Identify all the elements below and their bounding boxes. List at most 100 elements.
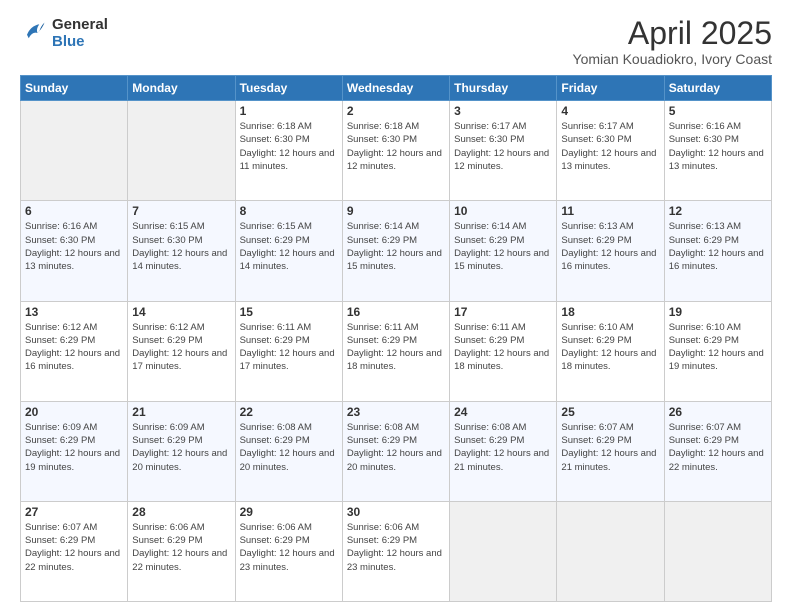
day-number: 23 — [347, 405, 445, 419]
col-thursday: Thursday — [450, 76, 557, 101]
page: General Blue April 2025 Yomian Kouadiokr… — [0, 0, 792, 612]
calendar-subtitle: Yomian Kouadiokro, Ivory Coast — [573, 51, 772, 67]
day-number: 21 — [132, 405, 230, 419]
day-number: 26 — [669, 405, 767, 419]
day-number: 25 — [561, 405, 659, 419]
day-number: 15 — [240, 305, 338, 319]
logo-text: General Blue — [52, 16, 108, 50]
table-row: 26 Sunrise: 6:07 AM Sunset: 6:29 PM Dayli… — [664, 401, 771, 501]
day-info: Sunrise: 6:17 AM Sunset: 6:30 PM Dayligh… — [454, 120, 552, 173]
day-number: 29 — [240, 505, 338, 519]
day-number: 7 — [132, 204, 230, 218]
table-row: 15 Sunrise: 6:11 AM Sunset: 6:29 PM Dayli… — [235, 301, 342, 401]
day-info: Sunrise: 6:13 AM Sunset: 6:29 PM Dayligh… — [561, 220, 659, 273]
col-friday: Friday — [557, 76, 664, 101]
day-number: 30 — [347, 505, 445, 519]
table-row: 17 Sunrise: 6:11 AM Sunset: 6:29 PM Dayli… — [450, 301, 557, 401]
day-number: 14 — [132, 305, 230, 319]
table-row: 10 Sunrise: 6:14 AM Sunset: 6:29 PM Dayli… — [450, 201, 557, 301]
day-info: Sunrise: 6:06 AM Sunset: 6:29 PM Dayligh… — [347, 521, 445, 574]
calendar-week-row: 6 Sunrise: 6:16 AM Sunset: 6:30 PM Daylig… — [21, 201, 772, 301]
table-row: 25 Sunrise: 6:07 AM Sunset: 6:29 PM Dayli… — [557, 401, 664, 501]
table-row — [450, 501, 557, 601]
day-info: Sunrise: 6:07 AM Sunset: 6:29 PM Dayligh… — [561, 421, 659, 474]
day-number: 13 — [25, 305, 123, 319]
day-number: 17 — [454, 305, 552, 319]
table-row: 6 Sunrise: 6:16 AM Sunset: 6:30 PM Daylig… — [21, 201, 128, 301]
table-row: 20Sunrise: 6:09 AM Sunset: 6:29 PM Dayli… — [21, 401, 128, 501]
day-info: Sunrise: 6:09 AM Sunset: 6:29 PM Dayligh… — [132, 421, 230, 474]
col-wednesday: Wednesday — [342, 76, 449, 101]
calendar-week-row: 27 Sunrise: 6:07 AM Sunset: 6:29 PM Dayli… — [21, 501, 772, 601]
table-row: 14 Sunrise: 6:12 AM Sunset: 6:29 PM Dayli… — [128, 301, 235, 401]
table-row: 19 Sunrise: 6:10 AM Sunset: 6:29 PM Dayli… — [664, 301, 771, 401]
table-row: 30 Sunrise: 6:06 AM Sunset: 6:29 PM Dayli… — [342, 501, 449, 601]
table-row: 22Sunrise: 6:08 AM Sunset: 6:29 PM Dayli… — [235, 401, 342, 501]
logo: General Blue — [20, 16, 108, 50]
day-number: 5 — [669, 104, 767, 118]
day-number: 28 — [132, 505, 230, 519]
table-row: 28Sunrise: 6:06 AM Sunset: 6:29 PM Dayli… — [128, 501, 235, 601]
calendar-week-row: 13 Sunrise: 6:12 AM Sunset: 6:29 PM Dayli… — [21, 301, 772, 401]
table-row: 13 Sunrise: 6:12 AM Sunset: 6:29 PM Dayli… — [21, 301, 128, 401]
table-row: 18 Sunrise: 6:10 AM Sunset: 6:29 PM Dayli… — [557, 301, 664, 401]
day-info: Sunrise: 6:11 AM Sunset: 6:29 PM Dayligh… — [347, 321, 445, 374]
table-row: 21 Sunrise: 6:09 AM Sunset: 6:29 PM Dayli… — [128, 401, 235, 501]
col-monday: Monday — [128, 76, 235, 101]
day-info: Sunrise: 6:13 AM Sunset: 6:29 PM Dayligh… — [669, 220, 767, 273]
day-number: 6 — [25, 204, 123, 218]
col-tuesday: Tuesday — [235, 76, 342, 101]
day-number: 27 — [25, 505, 123, 519]
day-info: Sunrise: 6:09 AM Sunset: 6:29 PM Dayligh… — [25, 421, 123, 474]
table-row: 27 Sunrise: 6:07 AM Sunset: 6:29 PM Dayli… — [21, 501, 128, 601]
table-row: 8Sunrise: 6:15 AM Sunset: 6:29 PM Daylig… — [235, 201, 342, 301]
day-info: Sunrise: 6:10 AM Sunset: 6:29 PM Dayligh… — [669, 321, 767, 374]
calendar-week-row: 1 Sunrise: 6:18 AM Sunset: 6:30 PM Daylig… — [21, 101, 772, 201]
day-info: Sunrise: 6:06 AM Sunset: 6:29 PM Dayligh… — [240, 521, 338, 574]
day-number: 16 — [347, 305, 445, 319]
day-info: Sunrise: 6:11 AM Sunset: 6:29 PM Dayligh… — [240, 321, 338, 374]
day-info: Sunrise: 6:08 AM Sunset: 6:29 PM Dayligh… — [347, 421, 445, 474]
table-row: 12 Sunrise: 6:13 AM Sunset: 6:29 PM Dayli… — [664, 201, 771, 301]
day-info: Sunrise: 6:15 AM Sunset: 6:30 PM Dayligh… — [132, 220, 230, 273]
day-number: 24 — [454, 405, 552, 419]
day-number: 4 — [561, 104, 659, 118]
table-row: 23 Sunrise: 6:08 AM Sunset: 6:29 PM Dayli… — [342, 401, 449, 501]
day-info: Sunrise: 6:17 AM Sunset: 6:30 PM Dayligh… — [561, 120, 659, 173]
table-row: 24 Sunrise: 6:08 AM Sunset: 6:29 PM Dayli… — [450, 401, 557, 501]
table-row: 3Sunrise: 6:17 AM Sunset: 6:30 PM Daylig… — [450, 101, 557, 201]
table-row: 2Sunrise: 6:18 AM Sunset: 6:30 PM Daylig… — [342, 101, 449, 201]
table-row: 9 Sunrise: 6:14 AM Sunset: 6:29 PM Daylig… — [342, 201, 449, 301]
day-number: 1 — [240, 104, 338, 118]
table-row: 11 Sunrise: 6:13 AM Sunset: 6:29 PM Dayli… — [557, 201, 664, 301]
calendar-header-row: Sunday Monday Tuesday Wednesday Thursday… — [21, 76, 772, 101]
day-info: Sunrise: 6:14 AM Sunset: 6:29 PM Dayligh… — [347, 220, 445, 273]
table-row: 1Sunrise: 6:18 AM Sunset: 6:30 PM Daylig… — [235, 101, 342, 201]
day-info: Sunrise: 6:14 AM Sunset: 6:29 PM Dayligh… — [454, 220, 552, 273]
day-number: 18 — [561, 305, 659, 319]
day-info: Sunrise: 6:08 AM Sunset: 6:29 PM Dayligh… — [454, 421, 552, 474]
day-number: 10 — [454, 204, 552, 218]
day-info: Sunrise: 6:08 AM Sunset: 6:29 PM Dayligh… — [240, 421, 338, 474]
header: General Blue April 2025 Yomian Kouadiokr… — [20, 16, 772, 67]
day-info: Sunrise: 6:18 AM Sunset: 6:30 PM Dayligh… — [347, 120, 445, 173]
day-info: Sunrise: 6:10 AM Sunset: 6:29 PM Dayligh… — [561, 321, 659, 374]
day-info: Sunrise: 6:16 AM Sunset: 6:30 PM Dayligh… — [25, 220, 123, 273]
day-number: 19 — [669, 305, 767, 319]
day-number: 11 — [561, 204, 659, 218]
calendar-table: Sunday Monday Tuesday Wednesday Thursday… — [20, 75, 772, 602]
day-info: Sunrise: 6:11 AM Sunset: 6:29 PM Dayligh… — [454, 321, 552, 374]
day-number: 9 — [347, 204, 445, 218]
day-number: 12 — [669, 204, 767, 218]
table-row — [557, 501, 664, 601]
table-row: 16 Sunrise: 6:11 AM Sunset: 6:29 PM Dayli… — [342, 301, 449, 401]
day-info: Sunrise: 6:07 AM Sunset: 6:29 PM Dayligh… — [25, 521, 123, 574]
col-saturday: Saturday — [664, 76, 771, 101]
day-info: Sunrise: 6:07 AM Sunset: 6:29 PM Dayligh… — [669, 421, 767, 474]
calendar-title: April 2025 — [573, 16, 772, 51]
day-info: Sunrise: 6:15 AM Sunset: 6:29 PM Dayligh… — [240, 220, 338, 273]
title-block: April 2025 Yomian Kouadiokro, Ivory Coas… — [573, 16, 772, 67]
col-sunday: Sunday — [21, 76, 128, 101]
day-info: Sunrise: 6:12 AM Sunset: 6:29 PM Dayligh… — [25, 321, 123, 374]
day-info: Sunrise: 6:12 AM Sunset: 6:29 PM Dayligh… — [132, 321, 230, 374]
